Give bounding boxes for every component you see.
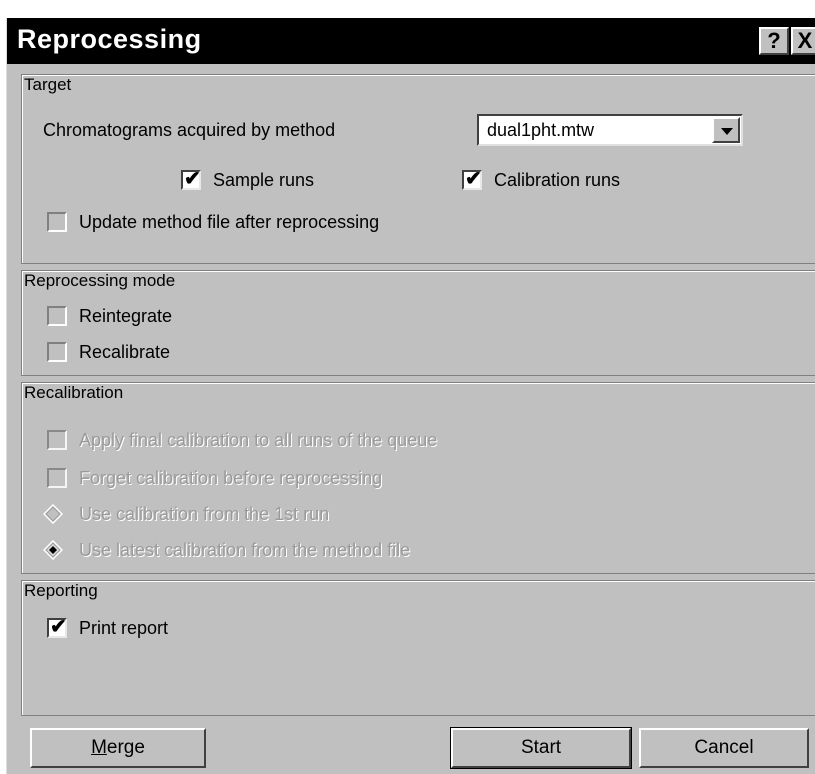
target-group-title: Target <box>24 75 72 94</box>
use-latest-label: Use latest calibration from the method f… <box>79 540 411 560</box>
recalibrate-label: Recalibrate <box>79 342 171 362</box>
method-dropdown[interactable]: dual1pht.mtw <box>477 114 743 146</box>
reintegrate-label: Reintegrate <box>79 306 173 326</box>
checkmark-icon: ✔ <box>465 168 482 190</box>
calibration-runs-label: Calibration runs <box>494 170 621 190</box>
title-bar[interactable]: Reprocessing ? X <box>7 18 815 64</box>
sample-runs-checkbox[interactable]: ✔ <box>181 168 201 190</box>
close-button[interactable]: X <box>791 27 815 55</box>
start-button[interactable]: Start <box>450 727 632 769</box>
radio-diamond-selected-icon <box>43 540 63 560</box>
recalibration-group-title: Recalibration <box>24 383 124 402</box>
chevron-down-icon <box>721 128 733 135</box>
merge-accelerator: M <box>91 737 107 758</box>
update-method-checkbox[interactable] <box>47 212 67 232</box>
radio-diamond-icon <box>43 504 63 524</box>
reporting-group-title: Reporting <box>24 581 98 600</box>
print-report-checkbox[interactable]: ✔ <box>47 616 67 638</box>
dialog-title: Reprocessing <box>17 24 202 54</box>
dropdown-arrow-button[interactable] <box>712 117 740 143</box>
reintegrate-checkbox[interactable] <box>47 306 67 326</box>
apply-final-label: Apply final calibration to all runs of t… <box>79 430 438 450</box>
apply-final-checkbox <box>47 430 67 450</box>
mode-group-title: Reprocessing mode <box>24 271 176 290</box>
method-label: Chromatograms acquired by method <box>43 120 336 140</box>
reporting-group: Reporting <box>21 580 815 716</box>
target-group: Target <box>21 74 815 264</box>
merge-label-rest: erge <box>106 737 145 758</box>
use-first-run-radio <box>43 504 63 524</box>
forget-calibration-checkbox <box>47 468 67 488</box>
reprocessing-dialog: Reprocessing ? X Target Chromatograms ac… <box>6 18 815 774</box>
calibration-runs-checkbox[interactable]: ✔ <box>462 168 482 190</box>
use-first-run-label: Use calibration from the 1st run <box>79 504 330 524</box>
checkmark-icon: ✔ <box>50 616 67 638</box>
method-dropdown-value: dual1pht.mtw <box>487 120 595 140</box>
forget-calibration-label: Forget calibration before reprocessing <box>79 468 383 488</box>
checkmark-icon: ✔ <box>184 168 201 190</box>
update-method-label: Update method file after reprocessing <box>79 212 380 232</box>
use-latest-radio <box>43 540 63 560</box>
recalibrate-checkbox[interactable] <box>47 342 67 362</box>
sample-runs-label: Sample runs <box>213 170 315 190</box>
cancel-button[interactable]: Cancel <box>639 728 809 768</box>
merge-button[interactable]: Merge <box>30 728 206 768</box>
help-button[interactable]: ? <box>759 27 789 55</box>
print-report-label: Print report <box>79 618 169 638</box>
